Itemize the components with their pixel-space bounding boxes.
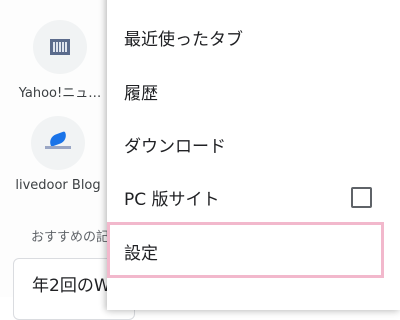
menu-item-label: 最近使ったタブ [124,29,243,50]
menu-item-downloads[interactable]: ダウンロード [107,118,400,170]
desktop-site-checkbox[interactable] [351,186,372,208]
shortcut-yahoo-news[interactable]: Yahoo!ニュ… [10,20,110,101]
article-title: 年2回のW [32,276,111,296]
shortcut-icon-container [31,116,85,170]
menu-item-label: ダウンロード [124,136,226,157]
menu-item-label: PC 版サイト [124,189,220,210]
settings-highlight-box [107,222,384,278]
shortcut-label: livedoor Blog [15,178,101,193]
menu-item-history[interactable]: 履歴 [107,65,400,117]
livedoor-blog-icon [45,131,71,152]
recommended-articles-label: おすすめの記 [31,230,110,245]
shortcut-label: Yahoo!ニュ… [18,86,102,101]
menu-item-desktop-site[interactable]: PC 版サイト [107,171,400,223]
shortcut-icon-container [33,20,87,74]
menu-item-recent-tabs[interactable]: 最近使ったタブ [107,11,400,63]
menu-item-label: 履歴 [124,83,158,104]
yahoo-news-icon [50,39,70,55]
shortcut-livedoor-blog[interactable]: livedoor Blog [8,116,108,193]
